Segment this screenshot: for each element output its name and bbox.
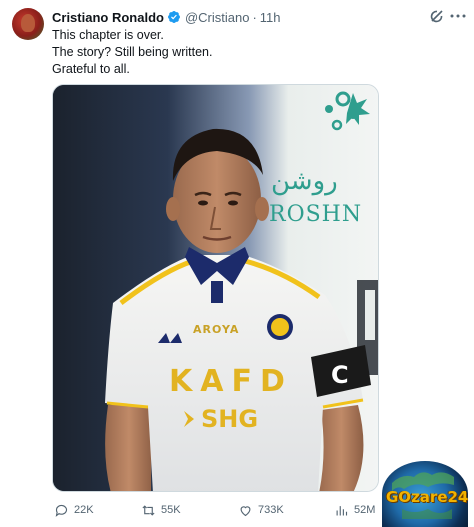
like-button[interactable]: 733K xyxy=(238,501,284,519)
view-count: 52M xyxy=(354,504,376,516)
more-options-icon[interactable] xyxy=(449,8,467,24)
header-separator: · xyxy=(252,9,257,25)
tweet-actions: 22K 55K 733K 52M xyxy=(52,501,382,519)
backdrop-arabic: روشن xyxy=(271,166,338,196)
reply-count: 22K xyxy=(74,504,94,516)
captain-band-letter: C xyxy=(331,361,349,389)
tweet-header: Cristiano Ronaldo @Cristiano · 11h xyxy=(52,9,281,25)
repost-button[interactable]: 55K xyxy=(141,501,181,519)
player-photo: روشن ROSHN C AROYA KAFD SHG xyxy=(53,85,378,491)
tweet-card[interactable]: Cristiano Ronaldo @Cristiano · 11h This … xyxy=(0,0,474,527)
sponsor-sub: SHG xyxy=(201,405,258,433)
tweet-timestamp[interactable]: 11h xyxy=(260,10,281,25)
tweet-line: Grateful to all. xyxy=(52,62,130,76)
repost-count: 55K xyxy=(161,504,181,516)
tweet-line: This chapter is over. xyxy=(52,28,164,42)
tweet-line: The story? Still being written. xyxy=(52,45,213,59)
sponsor-main: KAFD xyxy=(169,364,293,399)
sponsor-top: AROYA xyxy=(193,323,239,336)
verified-badge-icon xyxy=(167,10,181,24)
reply-icon xyxy=(55,504,68,517)
views-button[interactable]: 52M xyxy=(334,501,375,519)
avatar[interactable] xyxy=(12,8,44,40)
tweet-text: This chapter is over. The story? Still b… xyxy=(52,27,213,78)
watermark-text: GOzare24 xyxy=(386,488,468,506)
avatar-face xyxy=(21,14,35,32)
views-icon xyxy=(336,505,348,515)
heart-icon xyxy=(240,505,251,516)
watermark-logo: GOzare24 xyxy=(382,461,468,527)
repost-icon xyxy=(142,504,155,516)
reply-button[interactable]: 22K xyxy=(54,501,94,519)
author-name[interactable]: Cristiano Ronaldo xyxy=(52,10,164,25)
like-count: 733K xyxy=(258,504,284,516)
grok-icon[interactable] xyxy=(429,8,445,24)
author-handle[interactable]: @Cristiano xyxy=(185,10,250,25)
tweet-photo[interactable]: روشن ROSHN C AROYA KAFD SHG xyxy=(52,84,379,492)
backdrop-brand: ROSHN xyxy=(269,202,362,227)
